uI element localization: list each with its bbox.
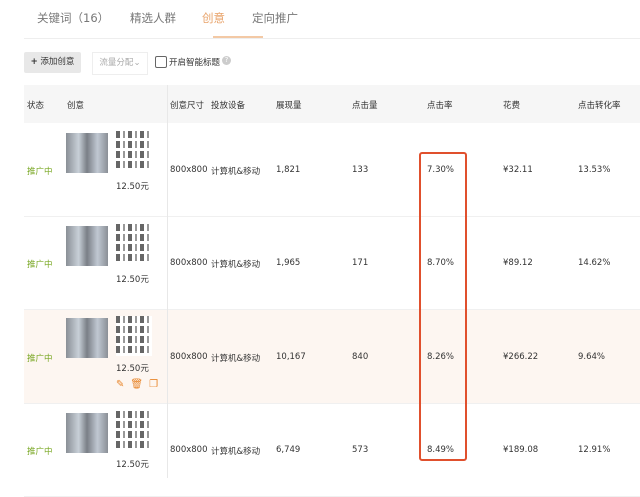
cost: ¥32.11 xyxy=(503,165,533,175)
creative-size: 800x800 xyxy=(170,165,207,175)
table-row: 推广中 12.50元 ✎ 🗑 ❐ 800x800 计算机&移动 10,167 840… xyxy=(24,310,640,404)
creative-title-blurred xyxy=(116,224,152,264)
status-badge: 推广中 xyxy=(27,445,53,457)
col-cvr[interactable]: 点击转化率 xyxy=(578,99,621,111)
cost: ¥89.12 xyxy=(503,258,533,268)
creative-thumbnail[interactable] xyxy=(66,133,108,173)
status-badge: 推广中 xyxy=(27,258,53,270)
table-row: 推广中 12.50元 800x800 计算机&移动 6,749 573 8.49… xyxy=(24,403,640,497)
cost: ¥189.08 xyxy=(503,445,538,455)
col-cost[interactable]: 花费 xyxy=(503,99,520,111)
tab-creative[interactable]: 创意 xyxy=(202,10,225,26)
copy-icon[interactable]: ❐ xyxy=(149,379,158,390)
column-divider xyxy=(167,85,168,478)
impressions: 6,749 xyxy=(276,445,300,455)
creative-thumbnail[interactable] xyxy=(66,413,108,453)
impressions: 1,965 xyxy=(276,258,300,268)
col-impressions[interactable]: 展现量 xyxy=(276,99,302,111)
chevron-down-icon: ⌄ xyxy=(133,58,140,68)
conversion-rate: 9.64% xyxy=(578,352,605,362)
creative-size: 800x800 xyxy=(170,352,207,362)
creative-thumbnail[interactable] xyxy=(66,226,108,266)
smart-title-checkbox[interactable] xyxy=(155,56,167,68)
tab-targeting[interactable]: 定向推广 xyxy=(252,10,298,26)
status-badge: 推广中 xyxy=(27,165,53,177)
creative-price: 12.50元 xyxy=(116,180,149,192)
creative-price: 12.50元 xyxy=(116,273,149,285)
cost: ¥266.22 xyxy=(503,352,538,362)
device: 计算机&移动 xyxy=(211,165,260,177)
creative-table: 状态 创意 创意尺寸 投放设备 展现量 点击量 点击率 花费 点击转化率 推广中… xyxy=(24,85,640,478)
add-creative-button[interactable]: + 添加创意 xyxy=(24,52,81,73)
table-row: 推广中 12.50元 800x800 计算机&移动 1,821 133 7.30… xyxy=(24,123,640,217)
add-creative-label: 添加创意 xyxy=(40,57,74,67)
col-clicks[interactable]: 点击量 xyxy=(352,99,378,111)
row-actions: ✎ 🗑 ❐ xyxy=(116,379,164,390)
status-badge: 推广中 xyxy=(27,352,53,364)
col-creative: 创意 xyxy=(67,99,84,111)
help-icon[interactable]: ? xyxy=(222,56,231,65)
edit-icon[interactable]: ✎ xyxy=(116,379,124,390)
plus-icon: + xyxy=(31,57,38,67)
creative-title-blurred xyxy=(116,411,152,451)
device: 计算机&移动 xyxy=(211,445,260,457)
creative-thumbnail[interactable] xyxy=(66,318,108,358)
creative-price: 12.50元 xyxy=(116,458,149,470)
clicks: 133 xyxy=(352,165,368,175)
traffic-label: 流量分配 xyxy=(99,58,133,68)
traffic-allocation-select[interactable]: 流量分配⌄ xyxy=(92,52,148,75)
clicks: 573 xyxy=(352,445,368,455)
tab-keywords[interactable]: 关键词（16） xyxy=(37,10,109,26)
creative-size: 800x800 xyxy=(170,258,207,268)
col-device: 投放设备 xyxy=(211,99,245,111)
creative-title-blurred xyxy=(116,131,152,171)
col-status: 状态 xyxy=(27,99,44,111)
tab-bar: 关键词（16） 精选人群 创意 定向推广 xyxy=(24,0,640,39)
col-ctr[interactable]: 点击率 xyxy=(427,99,453,111)
conversion-rate: 14.62% xyxy=(578,258,610,268)
impressions: 1,821 xyxy=(276,165,300,175)
creative-size: 800x800 xyxy=(170,445,207,455)
delete-icon[interactable]: 🗑 xyxy=(130,379,143,390)
smart-title-label: 开启智能标题 xyxy=(169,56,220,68)
creative-title-blurred xyxy=(116,316,152,356)
impressions: 10,167 xyxy=(276,352,306,362)
col-size: 创意尺寸 xyxy=(170,99,204,111)
conversion-rate: 12.91% xyxy=(578,445,610,455)
creative-price: 12.50元 xyxy=(116,362,149,374)
device: 计算机&移动 xyxy=(211,352,260,364)
conversion-rate: 13.53% xyxy=(578,165,610,175)
table-row: 推广中 12.50元 800x800 计算机&移动 1,965 171 8.70… xyxy=(24,216,640,310)
ctr-highlight-box xyxy=(419,152,467,461)
tab-audience[interactable]: 精选人群 xyxy=(130,10,176,26)
active-tab-indicator xyxy=(213,36,263,38)
clicks: 840 xyxy=(352,352,368,362)
clicks: 171 xyxy=(352,258,368,268)
table-header: 状态 创意 创意尺寸 投放设备 展现量 点击量 点击率 花费 点击转化率 xyxy=(24,85,640,123)
device: 计算机&移动 xyxy=(211,258,260,270)
